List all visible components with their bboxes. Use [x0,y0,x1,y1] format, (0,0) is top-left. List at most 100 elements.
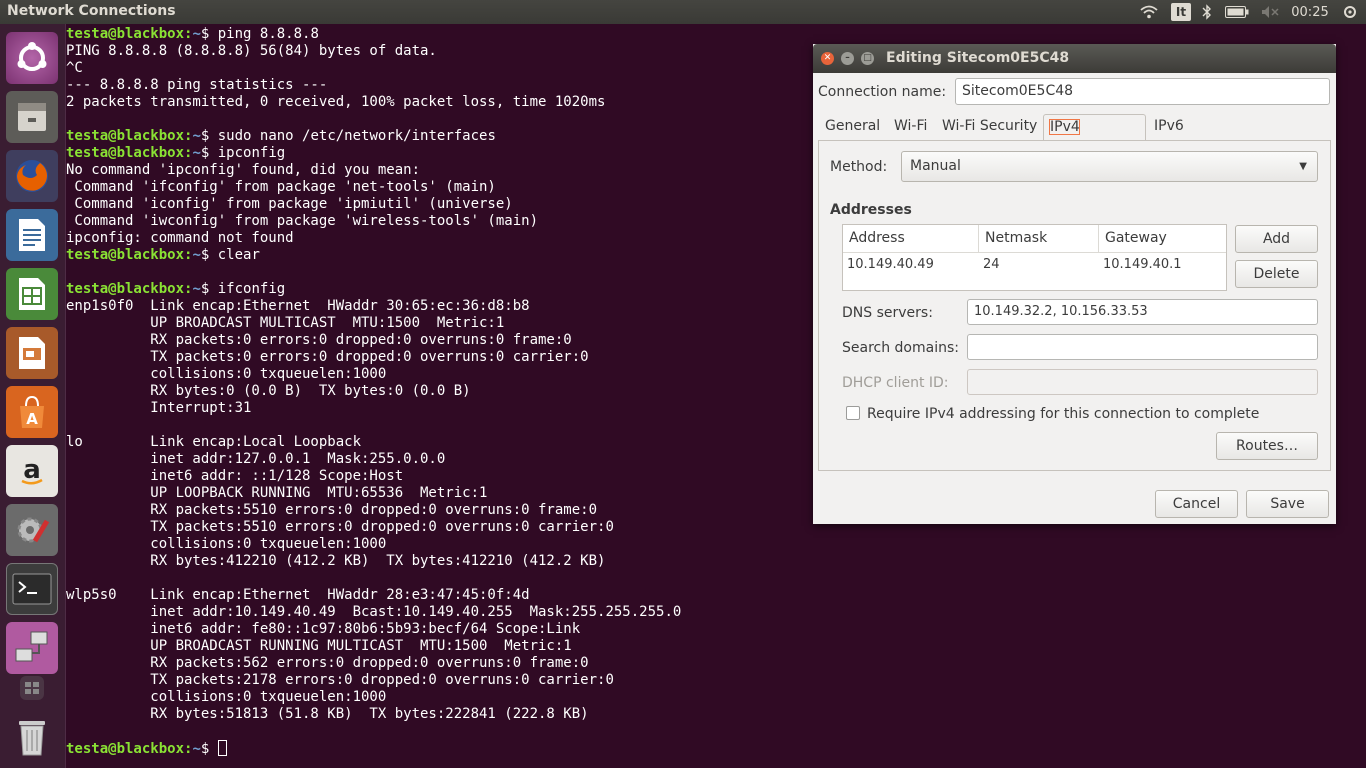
terminal-line: ^C [66,60,83,76]
terminal-line: testa@blackbox:~$ ifconfig [66,281,286,297]
svg-text:A: A [26,410,38,428]
addresses-heading: Addresses [830,202,912,218]
terminal-line: collisions:0 txqueuelen:1000 [66,689,387,705]
terminal-line: RX bytes:412210 (412.2 KB) TX bytes:4122… [66,553,606,569]
terminal-icon[interactable] [6,563,58,615]
launcher: A a [0,24,66,768]
tab-label: Wi-Fi Security [942,118,1038,134]
libreoffice-calc-icon[interactable] [6,268,58,320]
chevron-down-icon: ▼ [1299,161,1307,172]
terminal-line: RX bytes:51813 (51.8 KB) TX bytes:222841… [66,706,589,722]
ubuntu-dash-icon[interactable] [6,32,58,84]
tab-ipv6-settings[interactable]: IPv6 Settings [1149,114,1249,159]
terminal-line: RX packets:0 errors:0 dropped:0 overruns… [66,332,572,348]
terminal-line: UP LOOPBACK RUNNING MTU:65536 Metric:1 [66,485,488,501]
volume-muted-icon[interactable] [1259,0,1281,24]
terminal-command: ifconfig [217,281,286,297]
tab-ipv4-settings[interactable]: IPv4 Settings [1043,114,1146,160]
connection-name-label: Connection name: [818,84,947,100]
terminal-line: inet addr:10.149.40.49 Bcast:10.149.40.2… [66,604,682,620]
terminal-line: Command 'iwconfig' from package 'wireles… [66,213,539,229]
require-ipv4-label[interactable]: Require IPv4 addressing for this connect… [867,406,1259,422]
cell-address: 10.149.40.49 [847,257,934,272]
firefox-icon[interactable] [6,150,58,202]
terminal-line: testa@blackbox:~$ ping 8.8.8.8 [66,26,319,42]
wifi-icon[interactable] [1138,0,1160,24]
terminal-line: testa@blackbox:~$ clear [66,247,260,263]
prompt-user: testa@blackbox [66,741,185,757]
terminal-command: sudo nano /etc/network/interfaces [217,128,496,144]
terminal-output[interactable]: testa@blackbox:~$ ping 8.8.8.8 PING 8.8.… [66,26,681,758]
terminal-line: RX packets:5510 errors:0 dropped:0 overr… [66,502,598,518]
save-button[interactable]: Save [1246,490,1329,518]
trash-icon[interactable] [6,710,58,762]
dialog-titlebar[interactable]: ✕ – □ Editing Sitecom0E5C48 [813,44,1336,73]
tab-wi-fi[interactable]: Wi-Fi [889,114,937,141]
software-center-icon[interactable]: A [6,386,58,438]
require-ipv4-checkbox[interactable] [846,406,860,420]
cell-netmask: 24 [983,257,1000,272]
battery-icon[interactable] [1224,0,1250,24]
column-header-address[interactable]: Address [843,225,979,253]
terminal-line: inet6 addr: fe80::1c97:80b6:5b93:becf/64… [66,621,581,637]
amazon-icon[interactable]: a [6,445,58,497]
close-icon[interactable]: ✕ [821,52,834,65]
dhcp-client-id-label: DHCP client ID: [842,375,949,391]
tab-general[interactable]: General [820,114,889,141]
prompt-path: ~ [192,741,201,757]
tab-label: Wi-Fi [894,118,928,134]
system-settings-icon[interactable] [6,504,58,556]
terminal-line: ipconfig: command not found [66,230,294,246]
power-gear-icon[interactable] [1338,0,1362,24]
bluetooth-icon[interactable] [1200,0,1214,24]
method-dropdown[interactable]: Manual ▼ [901,151,1318,182]
terminal-line: collisions:0 txqueuelen:1000 [66,366,387,382]
workspace-switcher-icon[interactable] [20,676,44,700]
network-connections-icon[interactable] [6,622,58,674]
terminal-line: --- 8.8.8.8 ping statistics --- [66,77,328,93]
terminal-line: No command 'ipconfig' found, did you mea… [66,162,421,178]
terminal-line: inet addr:127.0.0.1 Mask:255.0.0.0 [66,451,446,467]
minimize-icon[interactable]: – [841,52,854,65]
prompt-user: testa@blackbox [66,26,185,42]
terminal-line: testa@blackbox:~$ sudo nano /etc/network… [66,128,496,144]
routes-button[interactable]: Routes… [1216,432,1318,460]
column-header-gateway[interactable]: Gateway [1099,225,1226,253]
column-header-netmask[interactable]: Netmask [979,225,1099,253]
terminal-line: Command 'ifconfig' from package 'net-too… [66,179,496,195]
prompt-user: testa@blackbox [66,281,185,297]
terminal-line: testa@blackbox:~$ [66,740,227,757]
prompt-path: ~ [192,247,201,263]
dns-servers-field[interactable]: 10.149.32.2, 10.156.33.53 [967,299,1318,325]
terminal-line: lo Link encap:Local Loopback [66,434,362,450]
tab-wi-fi-security[interactable]: Wi-Fi Security [937,114,1043,141]
terminal-line: collisions:0 txqueuelen:1000 [66,536,387,552]
cancel-button[interactable]: Cancel [1155,490,1238,518]
keyboard-layout-indicator[interactable]: It [1171,0,1191,24]
method-value: Manual [910,158,961,174]
terminal-line: TX packets:0 errors:0 dropped:0 overruns… [66,349,589,365]
edit-connection-dialog: ✕ – □ Editing Sitecom0E5C48 Connection n… [813,44,1336,524]
libreoffice-impress-icon[interactable] [6,327,58,379]
clock[interactable]: 00:25 [1290,0,1330,24]
terminal-line: UP BROADCAST MULTICAST MTU:1500 Metric:1 [66,315,505,331]
delete-button[interactable]: Delete [1235,260,1318,288]
libreoffice-writer-icon[interactable] [6,209,58,261]
top-panel: Network Connections It 00:25 [0,0,1366,24]
terminal-line: testa@blackbox:~$ ipconfig [66,145,286,161]
prompt-user: testa@blackbox [66,145,185,161]
prompt-path: ~ [192,128,201,144]
dns-servers-label: DNS servers: [842,305,933,321]
terminal-line: PING 8.8.8.8 (8.8.8.8) 56(84) bytes of d… [66,43,437,59]
terminal-line: RX bytes:0 (0.0 B) TX bytes:0 (0.0 B) [66,383,471,399]
addresses-table[interactable]: Address Netmask Gateway 10.149.40.49 24 … [842,224,1227,291]
prompt-path: ~ [192,281,201,297]
terminal-line: enp1s0f0 Link encap:Ethernet HWaddr 30:6… [66,298,530,314]
maximize-icon[interactable]: □ [861,52,874,65]
connection-name-field[interactable]: Sitecom0E5C48 [955,78,1330,105]
search-domains-field[interactable] [967,334,1318,360]
files-icon[interactable] [6,91,58,143]
svg-text:a: a [23,455,41,485]
add-button[interactable]: Add [1235,225,1318,253]
terminal-line: TX packets:2178 errors:0 dropped:0 overr… [66,672,614,688]
